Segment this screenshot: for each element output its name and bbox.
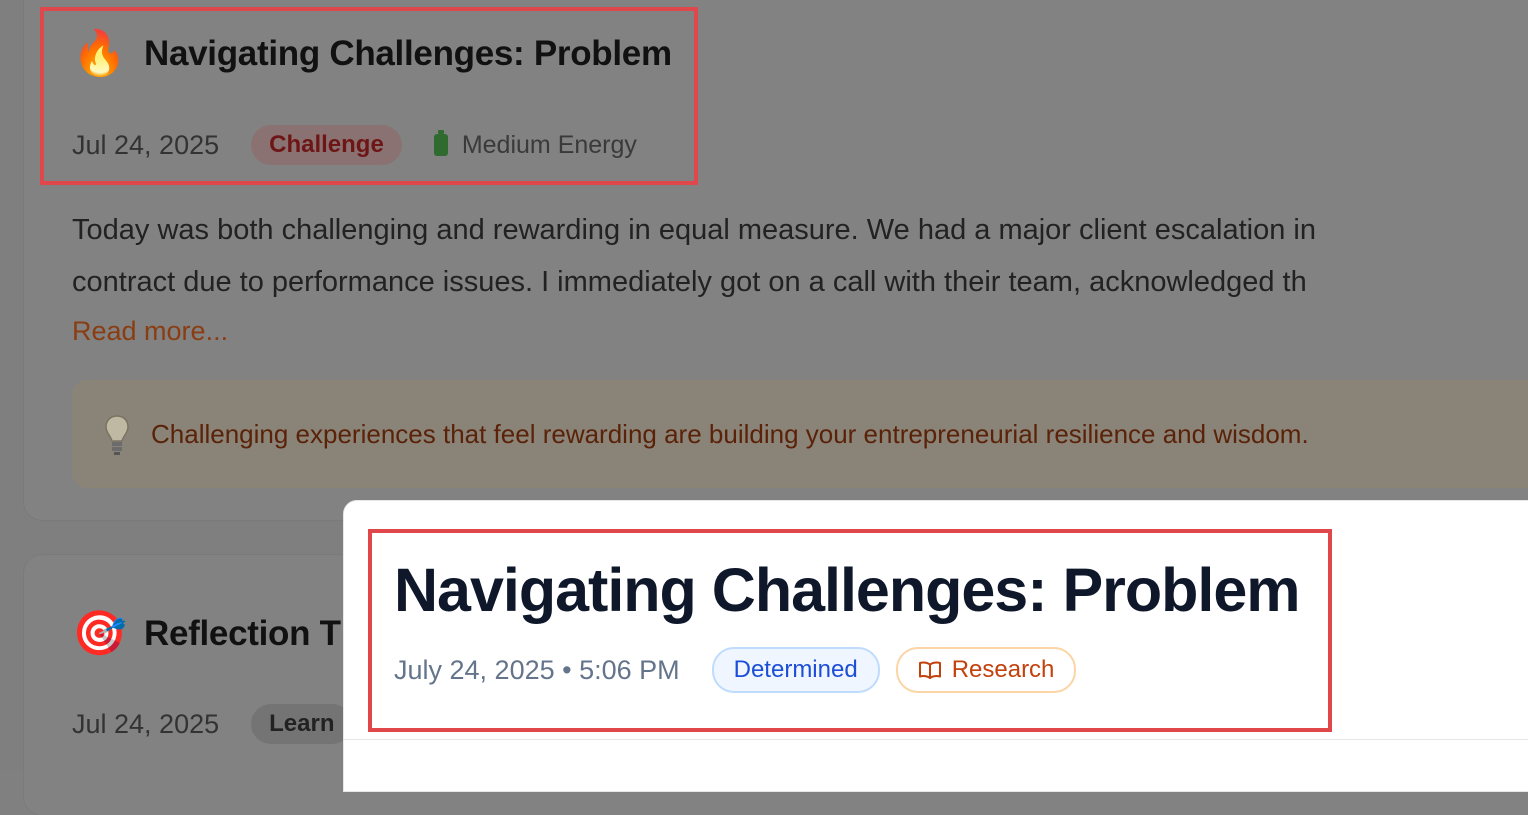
category-badge: Learn <box>251 704 353 744</box>
entry-meta: Jul 24, 2025 Learn <box>72 704 353 744</box>
insight-callout: Challenging experiences that feel reward… <box>72 380 1528 488</box>
lightbulb-icon <box>105 415 129 455</box>
read-more-link[interactable]: Read more... <box>72 316 228 347</box>
excerpt-line: Today was both challenging and rewarding… <box>72 214 1316 246</box>
target-icon: 🎯 <box>72 609 127 658</box>
excerpt-line: contract due to performance issues. I im… <box>72 266 1307 298</box>
entry-excerpt: Today was both challenging and rewarding… <box>72 204 1528 308</box>
entry-title-row[interactable]: 🎯 Reflection T <box>72 612 341 656</box>
modal-divider <box>344 739 1528 740</box>
entry-date: Jul 24, 2025 <box>72 708 220 739</box>
insight-text: Challenging experiences that feel reward… <box>151 418 1309 449</box>
entry-title[interactable]: Reflection T <box>144 614 341 654</box>
highlight-box <box>40 7 698 185</box>
highlight-box <box>368 529 1332 732</box>
